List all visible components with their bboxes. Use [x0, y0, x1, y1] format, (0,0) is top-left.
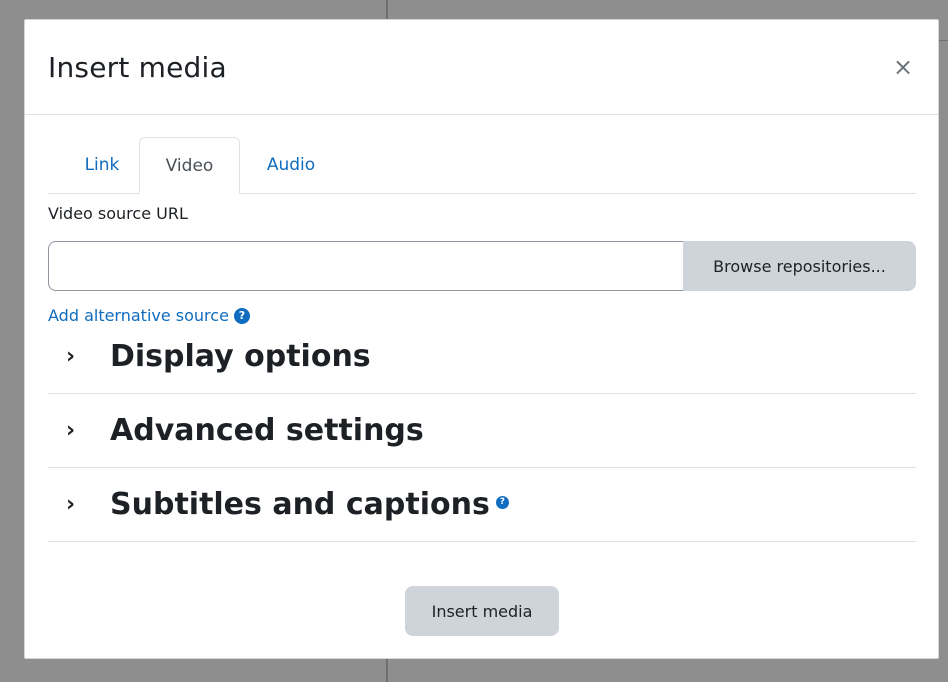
section-display-options[interactable]: › Display options — [48, 320, 916, 394]
media-type-tabs: Link Video Audio — [48, 137, 916, 194]
browse-repositories-button[interactable]: Browse repositories... — [683, 241, 916, 291]
section-title: Advanced settings — [110, 413, 424, 448]
video-source-input[interactable] — [48, 241, 683, 291]
tab-audio[interactable]: Audio — [254, 137, 328, 193]
section-title-wrap: Subtitles and captions? — [110, 468, 509, 542]
insert-media-button[interactable]: Insert media — [405, 586, 559, 636]
backdrop-divider — [386, 659, 388, 682]
section-title: Display options — [110, 339, 371, 374]
modal-title: Insert media — [48, 51, 227, 84]
video-source-group: Browse repositories... — [48, 241, 916, 291]
chevron-right-icon: › — [66, 344, 76, 369]
section-advanced-settings[interactable]: › Advanced settings — [48, 394, 916, 468]
tab-link[interactable]: Link — [68, 137, 136, 193]
tab-video[interactable]: Video — [139, 137, 240, 194]
section-subtitles-captions[interactable]: › Subtitles and captions? — [48, 468, 916, 542]
insert-media-dialog: Insert media × Link Video Audio Video so… — [24, 19, 939, 659]
chevron-right-icon: › — [66, 492, 76, 517]
chevron-right-icon: › — [66, 418, 76, 443]
section-title: Subtitles and captions — [110, 487, 490, 522]
question-circle-icon[interactable]: ? — [495, 496, 509, 509]
modal-header: Insert media × — [25, 20, 938, 115]
video-source-label: Video source URL — [48, 204, 188, 223]
backdrop-divider — [939, 40, 948, 41]
close-icon[interactable]: × — [892, 55, 914, 79]
backdrop-divider — [386, 0, 388, 19]
